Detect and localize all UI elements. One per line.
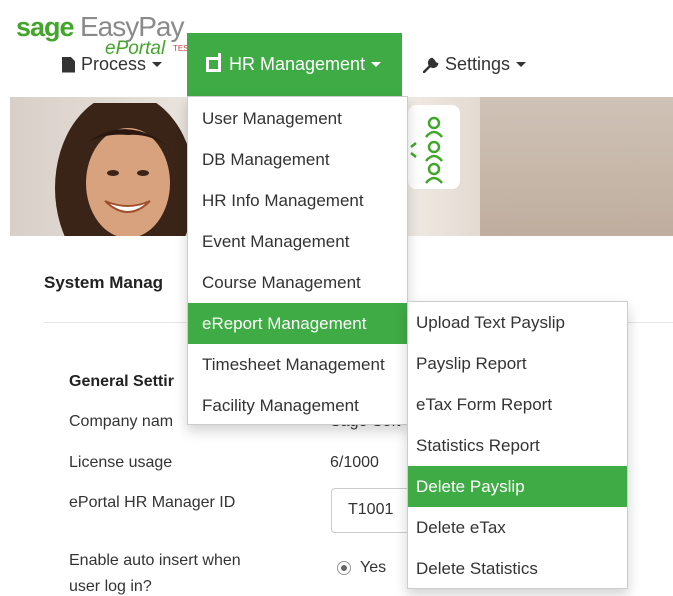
banner-background-scene — [480, 97, 673, 236]
nav-hr-management-label: HR Management — [229, 54, 366, 74]
caret-down-icon — [516, 62, 527, 67]
section-title-general-settings: General Settir — [69, 373, 174, 390]
menu-item-delete-payslip[interactable]: Delete Payslip — [408, 466, 627, 507]
auto-insert-label: Enable auto insert when — [69, 552, 241, 570]
caret-down-icon — [371, 62, 382, 67]
license-usage-value: 6/1000 — [330, 454, 379, 471]
menu-item-hr-info-management[interactable]: HR Info Management — [188, 180, 407, 221]
menu-item-delete-statistics[interactable]: Delete Statistics — [408, 548, 627, 589]
menu-item-upload-text-payslip[interactable]: Upload Text Payslip — [408, 302, 627, 343]
company-name-label: Company nam — [69, 413, 174, 430]
caret-down-icon — [152, 62, 163, 67]
hr-icon — [206, 53, 221, 72]
nav-hr-management[interactable]: HR Management — [187, 33, 402, 96]
auto-insert-yes-label: Yes — [360, 559, 387, 576]
hr-management-dropdown: User Management DB Management HR Info Ma… — [187, 96, 408, 425]
menu-item-etax-form-report[interactable]: eTax Form Report — [408, 384, 627, 425]
menu-item-delete-etax[interactable]: Delete eTax — [408, 507, 627, 548]
banner-logo-box — [408, 105, 460, 189]
nav-settings[interactable]: Settings — [423, 33, 527, 96]
auto-insert-label-cont: user log in? — [69, 578, 152, 596]
menu-item-timesheet-management[interactable]: Timesheet Management — [188, 344, 407, 385]
menu-item-facility-management[interactable]: Facility Management — [188, 385, 407, 426]
menu-item-user-management[interactable]: User Management — [188, 98, 407, 139]
nav-process-label: Process — [81, 54, 147, 74]
license-usage-label: License usage — [69, 454, 173, 471]
auto-insert-yes-radio[interactable] — [337, 561, 351, 575]
wrench-icon — [423, 57, 439, 73]
ereport-submenu: Upload Text Payslip Payslip Report eTax … — [407, 301, 628, 589]
menu-item-course-management[interactable]: Course Management — [188, 262, 407, 303]
banner-person-image — [55, 103, 195, 236]
menu-item-payslip-report[interactable]: Payslip Report — [408, 343, 627, 384]
menu-item-statistics-report[interactable]: Statistics Report — [408, 425, 627, 466]
nav-settings-label: Settings — [445, 54, 511, 74]
menu-item-event-management[interactable]: Event Management — [188, 221, 407, 262]
people-icon — [410, 116, 443, 184]
nav-process[interactable]: Process — [62, 33, 163, 96]
auto-insert-label-line-1: Enable auto insert when — [69, 552, 241, 569]
auto-insert-label-line-2: user log in? — [69, 578, 152, 595]
file-icon — [62, 56, 75, 73]
menu-item-db-management[interactable]: DB Management — [188, 139, 407, 180]
hr-manager-id-label: ePortal HR Manager ID — [69, 494, 236, 511]
page-title: System Manag — [44, 273, 164, 292]
menu-item-ereport-management[interactable]: eReport Management — [188, 303, 407, 344]
